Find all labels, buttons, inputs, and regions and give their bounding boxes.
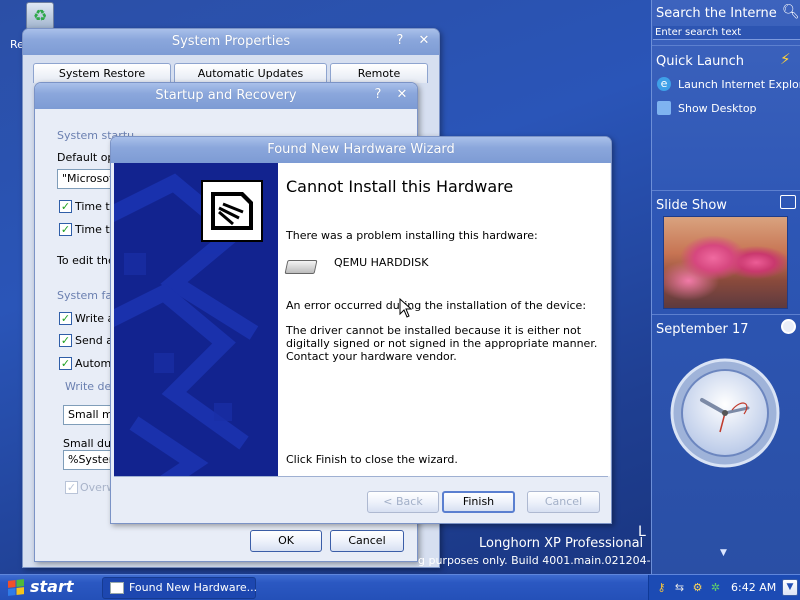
window-icon bbox=[110, 582, 124, 594]
device-name: QEMU HARDDISK bbox=[334, 256, 429, 269]
taskbar: start Found New Hardware... ⚷ ⇆ ⚙ ✲ 6:42… bbox=[0, 574, 800, 600]
slideshow-title: Slide Show bbox=[656, 198, 727, 213]
found-new-hardware-wizard: Found New Hardware Wizard Cannot Install bbox=[110, 136, 612, 524]
hardware-icon bbox=[201, 180, 263, 242]
time-to-display-recovery-checkbox[interactable]: ✓ bbox=[59, 223, 72, 236]
watermark-build: g purposes only. Build 4001.main.021204-… bbox=[418, 554, 679, 567]
wizard-cancel-button[interactable]: Cancel bbox=[527, 491, 600, 513]
finish-text: Click Finish to close the wizard. bbox=[286, 453, 458, 466]
close-icon[interactable]: ✕ bbox=[415, 32, 433, 50]
internet-explorer-icon: e bbox=[657, 77, 671, 91]
tab-remote[interactable]: Remote bbox=[330, 63, 428, 83]
send-alert-checkbox[interactable]: ✓ bbox=[59, 334, 72, 347]
ok-button[interactable]: OK bbox=[250, 530, 322, 552]
recycle-bin-icon: ♻ bbox=[26, 2, 54, 30]
system-properties-titlebar[interactable]: System Properties ? ✕ bbox=[23, 29, 439, 55]
driver-text-line1: The driver cannot be installed because i… bbox=[286, 324, 582, 337]
search-input[interactable]: Enter search text bbox=[653, 26, 800, 40]
finish-button[interactable]: Finish bbox=[442, 491, 515, 513]
show-desktop-icon bbox=[657, 101, 671, 115]
harddisk-icon bbox=[284, 260, 318, 274]
help-icon[interactable]: ? bbox=[391, 32, 409, 50]
chevron-down-icon[interactable]: ▼ bbox=[782, 579, 798, 596]
lightning-icon: ⚡ bbox=[780, 50, 791, 68]
wizard-title: Found New Hardware Wizard bbox=[267, 142, 455, 157]
system-tray: ⚷ ⇆ ⚙ ✲ 6:42 AM ▼ bbox=[648, 575, 800, 600]
overwrite-checkbox[interactable]: ✓ bbox=[65, 481, 78, 494]
close-icon[interactable]: ✕ bbox=[393, 86, 411, 104]
taskbar-item-label: Found New Hardware... bbox=[129, 581, 258, 594]
date-title: September 17 bbox=[656, 322, 749, 337]
auto-restart-checkbox[interactable]: ✓ bbox=[59, 357, 72, 370]
dump-type-select[interactable]: Small mer bbox=[63, 405, 113, 425]
watermark-product: Longhorn XP Professional bbox=[479, 536, 644, 551]
tab-system-restore[interactable]: System Restore bbox=[33, 63, 171, 83]
mouse-cursor-icon bbox=[399, 298, 413, 318]
cancel-button[interactable]: Cancel bbox=[330, 530, 404, 552]
tab-automatic-updates[interactable]: Automatic Updates bbox=[174, 63, 327, 83]
analog-clock bbox=[662, 358, 788, 468]
sidebar-divider bbox=[652, 314, 800, 315]
taskbar-item-wizard[interactable]: Found New Hardware... bbox=[102, 577, 258, 599]
sidebar-scroll-arrow[interactable]: ▼ bbox=[720, 548, 727, 558]
default-os-select[interactable]: "Microsoft bbox=[57, 169, 117, 189]
quick-launch-item-desktop[interactable]: Show Desktop bbox=[678, 102, 757, 115]
wizard-side-banner bbox=[114, 163, 278, 476]
key-icon[interactable]: ⚷ bbox=[655, 581, 668, 594]
start-button[interactable]: start bbox=[0, 575, 90, 600]
wizard-heading: Cannot Install this Hardware bbox=[286, 177, 514, 196]
system-properties-title: System Properties bbox=[171, 34, 291, 49]
startup-recovery-titlebar[interactable]: Startup and Recovery ? ✕ bbox=[35, 83, 417, 109]
clock-icon[interactable] bbox=[781, 319, 796, 334]
to-edit-label: To edit the bbox=[57, 254, 115, 267]
help-icon[interactable]: ? bbox=[369, 86, 387, 104]
hardware-tray-icon[interactable]: ⚙ bbox=[691, 581, 704, 594]
sidebar-divider bbox=[652, 45, 800, 46]
search-title: Search the Interne bbox=[656, 6, 777, 21]
startup-recovery-title: Startup and Recovery bbox=[155, 88, 297, 103]
search-icon[interactable]: 🔍︎ bbox=[782, 4, 800, 20]
quick-launch-item-ie[interactable]: Launch Internet Explore bbox=[678, 78, 800, 91]
sidebar-divider bbox=[652, 190, 800, 191]
network-icon[interactable]: ⇆ bbox=[673, 581, 686, 594]
back-button[interactable]: < Back bbox=[367, 491, 439, 513]
time-to-display-os-checkbox[interactable]: ✓ bbox=[59, 200, 72, 213]
error-text: An error occurred during the installatio… bbox=[286, 299, 587, 312]
quick-launch-title: Quick Launch bbox=[656, 54, 744, 69]
update-icon[interactable]: ✲ bbox=[709, 581, 722, 594]
windows-logo-icon bbox=[8, 579, 24, 596]
wizard-content: Cannot Install this Hardware There was a… bbox=[278, 163, 610, 476]
dump-file-input[interactable]: %Systen bbox=[63, 450, 113, 470]
driver-text-line2: digitally signed or not signed in the ap… bbox=[286, 337, 598, 350]
write-event-checkbox[interactable]: ✓ bbox=[59, 312, 72, 325]
camera-icon[interactable] bbox=[780, 195, 796, 209]
slideshow-image[interactable] bbox=[663, 216, 788, 309]
problem-text: There was a problem installing this hard… bbox=[286, 229, 538, 242]
clock-time[interactable]: 6:42 AM bbox=[731, 575, 776, 600]
wizard-titlebar[interactable]: Found New Hardware Wizard bbox=[111, 137, 611, 163]
wizard-separator bbox=[114, 476, 608, 477]
sidebar: Search the Interne 🔍︎ Enter search text … bbox=[651, 0, 800, 574]
start-label: start bbox=[30, 577, 74, 596]
driver-text-line3: Contact your hardware vendor. bbox=[286, 350, 457, 363]
